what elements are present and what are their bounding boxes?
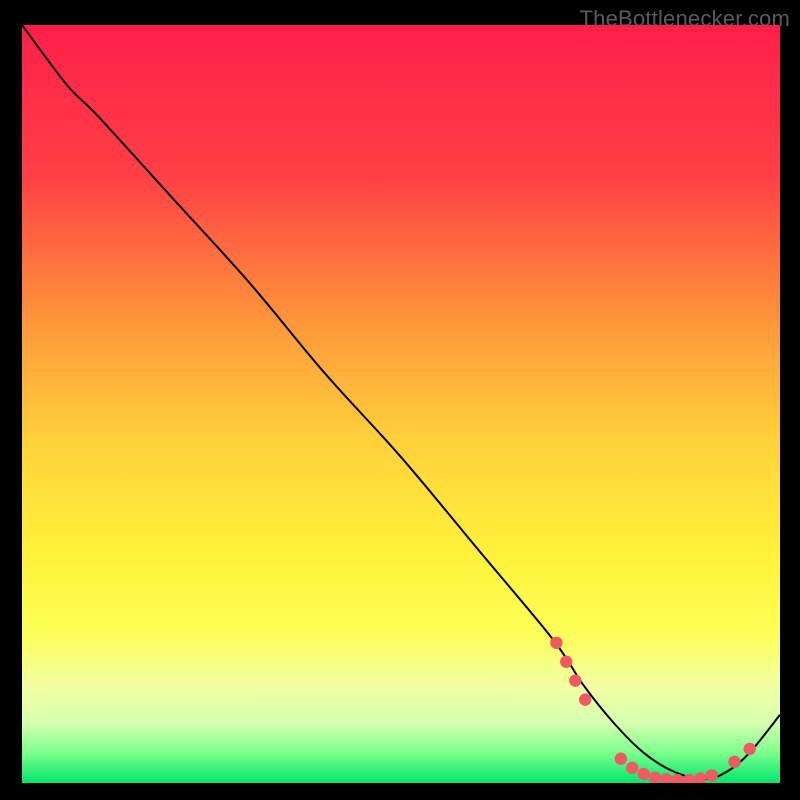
- highlight-dot: [637, 768, 649, 780]
- chart-svg: [22, 25, 780, 783]
- highlight-dot: [743, 743, 755, 755]
- highlight-dot: [560, 656, 572, 668]
- chart-container: [22, 25, 780, 783]
- highlight-dot: [706, 769, 718, 781]
- highlight-dot: [728, 756, 740, 768]
- highlight-dot: [579, 693, 591, 705]
- highlight-dot: [569, 674, 581, 686]
- highlight-dot: [626, 762, 638, 774]
- highlight-dot: [550, 637, 562, 649]
- highlight-dot: [615, 753, 627, 765]
- chart-background: [22, 25, 780, 783]
